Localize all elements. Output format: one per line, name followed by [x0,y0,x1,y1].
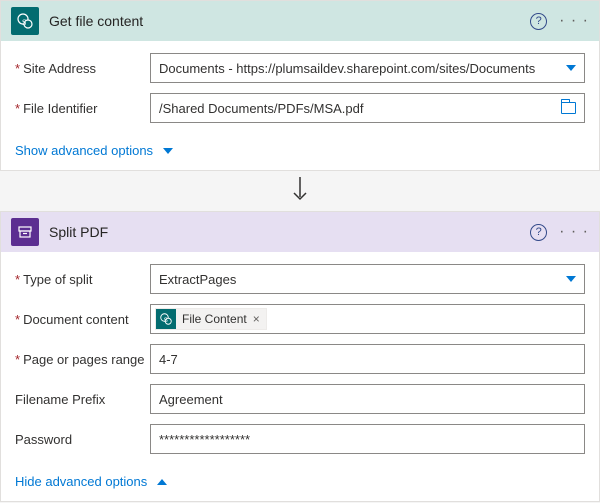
card-header[interactable]: Split PDF ? · · · [1,212,599,252]
action-card-split-pdf: Split PDF ? · · · *Type of split Extract… [0,211,600,502]
sharepoint-icon: S [11,7,39,35]
more-menu-icon[interactable]: · · · [559,227,589,237]
card-title: Get file content [49,13,530,29]
card-body: *Type of split ExtractPages *Document co… [1,252,599,470]
chevron-up-icon [157,479,167,485]
label-type-of-split: *Type of split [15,272,150,287]
label-site-address: *Site Address [15,61,150,76]
token-label: File Content [182,312,247,326]
chevron-down-icon [566,276,576,282]
help-icon[interactable]: ? [530,13,547,30]
chevron-down-icon [566,65,576,71]
action-card-get-file-content: S Get file content ? · · · *Site Address… [0,0,600,171]
label-password: Password [15,432,150,447]
label-filename-prefix: Filename Prefix [15,392,150,407]
site-address-value: Documents - https://plumsaildev.sharepoi… [159,61,560,76]
card-body: *Site Address Documents - https://plumsa… [1,41,599,139]
filename-prefix-value: Agreement [159,392,576,407]
page-range-input[interactable]: 4-7 [150,344,585,374]
token-remove-icon[interactable]: × [253,312,260,326]
card-header[interactable]: S Get file content ? · · · [1,1,599,41]
hide-advanced-options-link[interactable]: Hide advanced options [1,470,599,501]
row-site-address: *Site Address Documents - https://plumsa… [15,53,585,83]
file-identifier-input[interactable]: /Shared Documents/PDFs/MSA.pdf [150,93,585,123]
row-file-identifier: *File Identifier /Shared Documents/PDFs/… [15,93,585,123]
dynamic-content-token[interactable]: S File Content × [155,308,267,330]
more-menu-icon[interactable]: · · · [559,16,589,26]
password-value: ****************** [159,432,576,447]
row-type-of-split: *Type of split ExtractPages [15,264,585,294]
row-document-content: *Document content S File Content × [15,304,585,334]
sharepoint-icon: S [156,309,176,329]
flow-connector [0,171,600,211]
svg-text:S: S [22,18,26,27]
row-page-range: *Page or pages range 4-7 [15,344,585,374]
label-file-identifier: *File Identifier [15,101,150,116]
label-page-range: *Page or pages range [15,352,150,367]
row-password: Password ****************** [15,424,585,454]
site-address-dropdown[interactable]: Documents - https://plumsaildev.sharepoi… [150,53,585,83]
document-content-input[interactable]: S File Content × [150,304,585,334]
filename-prefix-input[interactable]: Agreement [150,384,585,414]
card-title: Split PDF [49,224,530,240]
show-advanced-options-link[interactable]: Show advanced options [1,139,599,170]
archive-icon [11,218,39,246]
type-of-split-value: ExtractPages [159,272,560,287]
row-filename-prefix: Filename Prefix Agreement [15,384,585,414]
svg-text:S: S [164,318,168,324]
password-input[interactable]: ****************** [150,424,585,454]
file-identifier-value: /Shared Documents/PDFs/MSA.pdf [159,101,555,116]
label-document-content: *Document content [15,312,150,327]
folder-picker-icon[interactable] [561,102,576,114]
arrow-down-icon [292,177,308,205]
help-icon[interactable]: ? [530,224,547,241]
page-range-value: 4-7 [159,352,576,367]
chevron-down-icon [163,148,173,154]
type-of-split-dropdown[interactable]: ExtractPages [150,264,585,294]
